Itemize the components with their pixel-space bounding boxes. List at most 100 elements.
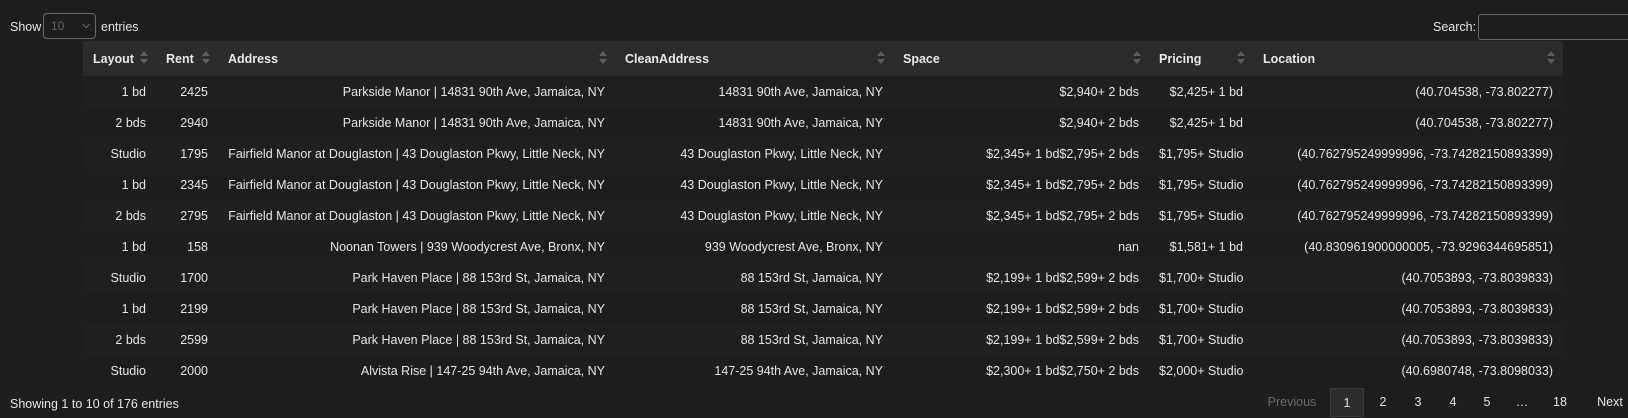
cell-location: (40.7053893, -73.8039833) <box>1253 293 1563 324</box>
cell-layout: Studio <box>83 138 156 169</box>
cell-cleanaddress: 88 153rd St, Jamaica, NY <box>615 293 893 324</box>
cell-location: (40.704538, -73.802277) <box>1253 76 1563 107</box>
cell-location: (40.762795249999996, -73.74282150893399) <box>1253 169 1563 200</box>
cell-pricing: $2,425+ 1 bd <box>1149 76 1253 107</box>
cell-rent: 2345 <box>156 169 218 200</box>
cell-cleanaddress: 14831 90th Ave, Jamaica, NY <box>615 76 893 107</box>
chevron-down-icon: ⌵ <box>82 20 90 31</box>
cell-layout: 2 bds <box>83 200 156 231</box>
cell-cleanaddress: 88 153rd St, Jamaica, NY <box>615 262 893 293</box>
sort-both-icon <box>1547 50 1555 66</box>
sort-both-icon <box>877 50 885 66</box>
cell-location: (40.7053893, -73.8039833) <box>1253 262 1563 293</box>
cell-rent: 2599 <box>156 324 218 355</box>
column-header-layout[interactable]: Layout <box>83 41 156 76</box>
cell-cleanaddress: 939 Woodycrest Ave, Bronx, NY <box>615 231 893 262</box>
table-row: 2 bds 2940 Parkside Manor | 14831 90th Ave… <box>83 107 1563 138</box>
pagination-ellipsis: … <box>1515 395 1529 409</box>
cell-layout: 2 bds <box>83 324 156 355</box>
cell-pricing: $1,700+ Studio <box>1149 262 1253 293</box>
sort-both-icon <box>599 50 607 66</box>
cell-space: $2,199+ 1 bd$2,599+ 2 bds <box>893 262 1149 293</box>
cell-address: Park Haven Place | 88 153rd St, Jamaica,… <box>218 324 615 355</box>
column-header-rent[interactable]: Rent <box>156 41 218 76</box>
cell-rent: 2199 <box>156 293 218 324</box>
column-header-pricing[interactable]: Pricing <box>1149 41 1253 76</box>
pagination-page-3[interactable]: 3 <box>1401 388 1435 417</box>
sort-both-icon <box>1133 50 1141 66</box>
column-header-label: CleanAddress <box>625 51 710 66</box>
cell-cleanaddress: 43 Douglaston Pkwy, Little Neck, NY <box>615 138 893 169</box>
column-header-cleanaddress[interactable]: CleanAddress <box>615 41 893 76</box>
pagination-page-5[interactable]: 5 <box>1470 388 1504 417</box>
cell-rent: 2000 <box>156 355 218 386</box>
cell-pricing: $1,795+ Studio <box>1149 169 1253 200</box>
pagination-page-18[interactable]: 18 <box>1540 388 1580 417</box>
pagination-page-2[interactable]: 2 <box>1366 388 1400 417</box>
cell-space: $2,940+ 2 bds <box>893 107 1149 138</box>
table-body: 1 bd 2425 Parkside Manor | 14831 90th Ave,… <box>83 76 1563 386</box>
sort-both-icon <box>140 50 148 66</box>
entries-per-page-value: 10 <box>51 19 65 33</box>
table-controls: Show 10 ⌵ entries Search: <box>0 13 1628 41</box>
table-row: 2 bds 2795 Fairfield Manor at Douglaston |… <box>83 200 1563 231</box>
cell-rent: 2795 <box>156 200 218 231</box>
column-header-label: Rent <box>166 51 194 66</box>
cell-address: Park Haven Place | 88 153rd St, Jamaica,… <box>218 262 615 293</box>
column-header-address[interactable]: Address <box>218 41 615 76</box>
cell-address: Parkside Manor | 14831 90th Ave, Jamaica… <box>218 76 615 107</box>
cell-cleanaddress: 88 153rd St, Jamaica, NY <box>615 324 893 355</box>
column-header-label: Space <box>903 51 940 66</box>
entries-per-page-select[interactable]: 10 ⌵ <box>43 13 96 39</box>
cell-space: $2,345+ 1 bd$2,795+ 2 bds <box>893 200 1149 231</box>
table-row: Studio 1700 Park Haven Place | 88 153rd St… <box>83 262 1563 293</box>
pagination-page-1[interactable]: 1 <box>1330 388 1364 417</box>
cell-rent: 1700 <box>156 262 218 293</box>
cell-rent: 158 <box>156 231 218 262</box>
cell-location: (40.762795249999996, -73.74282150893399) <box>1253 138 1563 169</box>
cell-address: Fairfield Manor at Douglaston | 43 Dougl… <box>218 169 615 200</box>
cell-location: (40.762795249999996, -73.74282150893399) <box>1253 200 1563 231</box>
table-row: Studio 2000 Alvista Rise | 147-25 94th Ave… <box>83 355 1563 386</box>
cell-pricing: $1,795+ Studio <box>1149 138 1253 169</box>
column-header-space[interactable]: Space <box>893 41 1149 76</box>
cell-space: $2,345+ 1 bd$2,795+ 2 bds <box>893 138 1149 169</box>
cell-address: Alvista Rise | 147-25 94th Ave, Jamaica,… <box>218 355 615 386</box>
cell-cleanaddress: 14831 90th Ave, Jamaica, NY <box>615 107 893 138</box>
pagination-page-4[interactable]: 4 <box>1436 388 1470 417</box>
table-info: Showing 1 to 10 of 176 entries <box>10 397 179 411</box>
cell-layout: 1 bd <box>83 76 156 107</box>
cell-layout: 1 bd <box>83 231 156 262</box>
pagination-next[interactable]: Next <box>1592 388 1628 417</box>
entries-label: entries <box>101 20 139 34</box>
cell-location: (40.7053893, -73.8039833) <box>1253 324 1563 355</box>
column-header-location[interactable]: Location <box>1253 41 1563 76</box>
table-row: Studio 1795 Fairfield Manor at Douglaston … <box>83 138 1563 169</box>
table-row: 1 bd 158 Noonan Towers | 939 Woodycrest Av… <box>83 231 1563 262</box>
sort-both-icon <box>1237 50 1245 66</box>
cell-layout: Studio <box>83 262 156 293</box>
show-label: Show <box>10 20 42 34</box>
table-row: 1 bd 2345 Fairfield Manor at Douglaston | … <box>83 169 1563 200</box>
cell-address: Park Haven Place | 88 153rd St, Jamaica,… <box>218 293 615 324</box>
column-header-label: Pricing <box>1159 51 1202 66</box>
cell-rent: 2425 <box>156 76 218 107</box>
cell-layout: 1 bd <box>83 293 156 324</box>
cell-location: (40.6980748, -73.8098033) <box>1253 355 1563 386</box>
cell-address: Fairfield Manor at Douglaston | 43 Dougl… <box>218 138 615 169</box>
cell-pricing: $2,000+ Studio <box>1149 355 1253 386</box>
sort-both-icon <box>202 50 210 66</box>
cell-cleanaddress: 43 Douglaston Pkwy, Little Neck, NY <box>615 169 893 200</box>
cell-rent: 2940 <box>156 107 218 138</box>
cell-space: nan <box>893 231 1149 262</box>
cell-space: $2,199+ 1 bd$2,599+ 2 bds <box>893 324 1149 355</box>
pagination-previous: Previous <box>1267 395 1317 409</box>
cell-pricing: $1,795+ Studio <box>1149 200 1253 231</box>
search-input[interactable] <box>1478 14 1628 40</box>
cell-space: $2,199+ 1 bd$2,599+ 2 bds <box>893 293 1149 324</box>
search-label: Search: <box>1433 20 1477 34</box>
cell-location: (40.704538, -73.802277) <box>1253 107 1563 138</box>
column-header-label: Location <box>1263 51 1316 66</box>
cell-address: Noonan Towers | 939 Woodycrest Ave, Bron… <box>218 231 615 262</box>
cell-layout: 1 bd <box>83 169 156 200</box>
